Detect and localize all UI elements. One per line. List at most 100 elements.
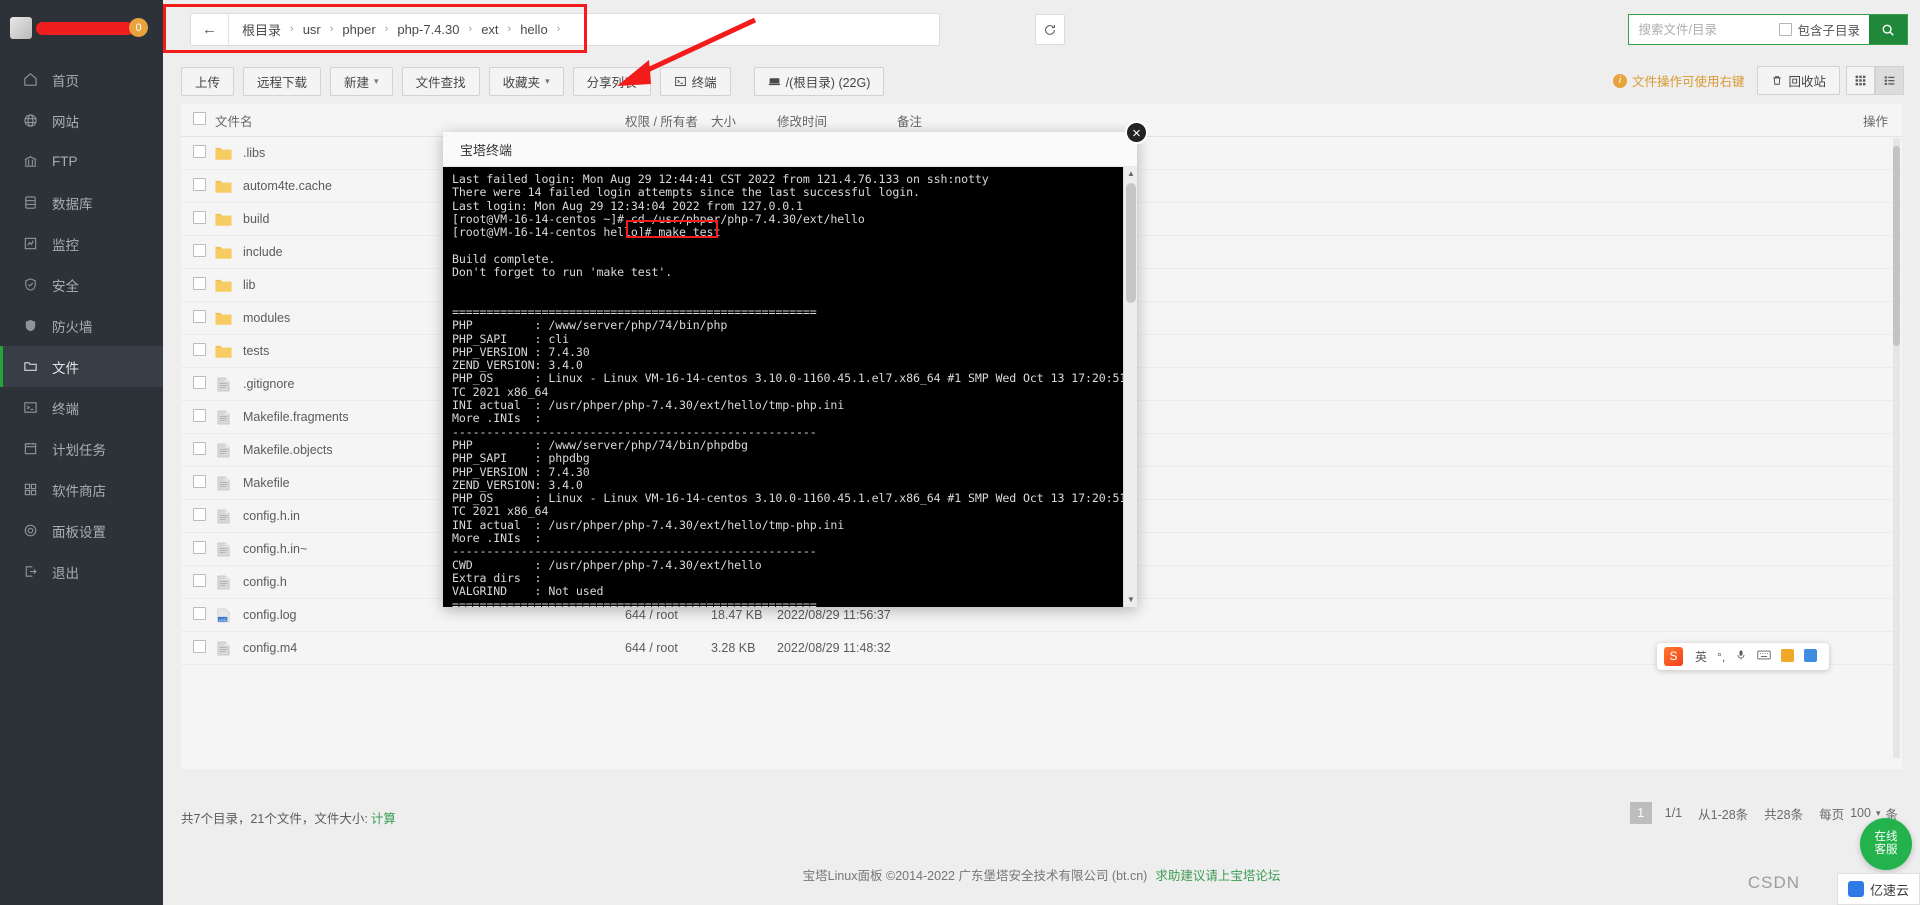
column-header-size[interactable]: 大小 [711, 111, 777, 130]
row-checkbox[interactable] [181, 277, 215, 293]
row-checkbox[interactable] [181, 211, 215, 227]
row-checkbox[interactable] [181, 244, 215, 260]
filename-label: build [243, 212, 270, 226]
row-checkbox[interactable] [181, 541, 215, 557]
apps-icon[interactable] [1804, 648, 1818, 665]
sidebar-item-ftp[interactable]: FTP [0, 141, 163, 182]
column-header-name[interactable]: 文件名 [215, 111, 625, 130]
sidebar-item-database[interactable]: 数据库 [0, 182, 163, 223]
sidebar-item-appstore[interactable]: 软件商店 [0, 469, 163, 510]
row-checkbox[interactable] [181, 178, 215, 194]
sidebar: 0 首页 网站 FTP 数据库 监控 安全 防火墙 文件 终端 计划任务 软件商… [0, 0, 163, 905]
grid-view-icon[interactable] [1846, 66, 1875, 95]
right-tools: i 文件操作可使用右键 回收站 [1612, 66, 1904, 95]
select-all-checkbox[interactable] [181, 112, 215, 128]
breadcrumb-item-usr[interactable]: usr [303, 22, 321, 37]
terminal-button[interactable]: 终端 [659, 66, 731, 96]
filename-label: Makefile.objects [243, 443, 333, 457]
breadcrumb-item-hello[interactable]: hello [520, 22, 547, 37]
refresh-icon[interactable] [1035, 14, 1065, 45]
sidebar-item-logout[interactable]: 退出 [0, 551, 163, 592]
row-checkbox[interactable] [181, 442, 215, 458]
online-service-button[interactable]: 在线 客服 [1860, 818, 1912, 870]
file-icon [215, 443, 232, 458]
breadcrumb-item-root[interactable]: 根目录 [242, 20, 281, 39]
calc-size-link[interactable]: 计算 [371, 808, 396, 827]
sidebar-item-settings[interactable]: 面板设置 [0, 510, 163, 551]
path-toolbar: ← 根目录 › usr › phper › php-7.4.30 › ext ›… [163, 0, 1920, 58]
sidebar-item-label: FTP [52, 154, 78, 169]
file-icon [215, 509, 232, 524]
list-view-icon[interactable] [1875, 66, 1904, 95]
terminal-scrollbar-thumb[interactable] [1126, 183, 1136, 303]
upload-button[interactable]: 上传 [181, 66, 235, 96]
sidebar-item-label: 文件 [52, 360, 79, 376]
sidebar-item-terminal[interactable]: 终端 [0, 387, 163, 428]
disk-usage-button[interactable]: /(根目录) (22G) [753, 66, 885, 96]
include-subdir-checkbox[interactable]: 包含子目录 [1777, 20, 1869, 39]
recycle-bin-button[interactable]: 回收站 [1757, 66, 1840, 95]
sidebar-item-label: 网站 [52, 114, 79, 130]
scroll-down-icon[interactable]: ▼ [1124, 593, 1138, 607]
terminal-output[interactable]: Last failed login: Mon Aug 29 12:44:41 C… [443, 167, 1137, 607]
sidebar-item-files[interactable]: 文件 [0, 346, 163, 387]
sidebar-item-home[interactable]: 首页 [0, 59, 163, 100]
notification-badge[interactable]: 0 [129, 18, 148, 37]
ime-mode-label[interactable]: 英 [1695, 648, 1707, 665]
favorites-button[interactable]: 收藏夹 ▾ [488, 66, 564, 96]
share-list-button[interactable]: 分享列表 [572, 66, 651, 96]
row-checkbox[interactable] [181, 343, 215, 359]
filename-label: Makefile.fragments [243, 410, 349, 424]
row-checkbox[interactable] [181, 574, 215, 590]
keyboard-icon[interactable] [1757, 649, 1771, 664]
sidebar-item-firewall[interactable]: 防火墙 [0, 305, 163, 346]
row-checkbox[interactable] [181, 145, 215, 161]
file-find-button[interactable]: 文件查找 [401, 66, 480, 96]
cell-filename[interactable]: LOG config.log [215, 608, 625, 623]
breadcrumb-item-phper[interactable]: phper [342, 22, 375, 37]
row-checkbox[interactable] [181, 607, 215, 623]
sidebar-item-monitor[interactable]: 监控 [0, 223, 163, 264]
table-scrollbar-thumb[interactable] [1893, 146, 1900, 346]
row-checkbox[interactable] [181, 508, 215, 524]
brand-header: 0 [0, 0, 163, 56]
scroll-up-icon[interactable]: ▲ [1124, 167, 1138, 181]
row-checkbox[interactable] [181, 409, 215, 425]
table-row[interactable]: config.m4 644 / root 3.28 KB 2022/08/29 11:… [181, 632, 1902, 665]
ime-punctuation-icon[interactable]: °, [1717, 650, 1725, 664]
row-checkbox[interactable] [181, 640, 215, 656]
folder-icon [22, 358, 39, 375]
sidebar-item-security[interactable]: 安全 [0, 264, 163, 305]
search-input[interactable] [1629, 15, 1778, 44]
close-icon[interactable]: × [1125, 121, 1148, 144]
toolbox-icon[interactable] [1781, 648, 1795, 665]
footer-forum-link[interactable]: 求助建议请上宝塔论坛 [1155, 865, 1280, 884]
new-button[interactable]: 新建 ▾ [330, 66, 393, 96]
mic-icon[interactable] [1735, 649, 1747, 664]
breadcrumb-item-php[interactable]: php-7.4.30 [397, 22, 459, 37]
search-icon[interactable] [1869, 15, 1907, 44]
row-checkbox[interactable] [181, 376, 215, 392]
terminal-scrollbar[interactable]: ▲ ▼ [1123, 167, 1137, 607]
sidebar-item-website[interactable]: 网站 [0, 100, 163, 141]
page-number-1[interactable]: 1 [1629, 802, 1652, 824]
column-header-time[interactable]: 修改时间 [777, 111, 897, 130]
sogou-logo-icon[interactable]: S [1664, 647, 1683, 666]
row-checkbox[interactable] [181, 475, 215, 491]
sidebar-item-crontab[interactable]: 计划任务 [0, 428, 163, 469]
checkbox-icon [193, 607, 206, 620]
svg-text:LOG: LOG [219, 617, 227, 621]
arrow-left-icon[interactable]: ← [191, 13, 229, 45]
firewall-shield-icon [22, 317, 39, 334]
breadcrumb-item-ext[interactable]: ext [481, 22, 498, 37]
brand-name-redacted [36, 21, 134, 35]
filename-label: config.h.in [243, 509, 300, 523]
home-icon [22, 71, 39, 88]
cell-filename[interactable]: config.m4 [215, 641, 625, 656]
folder-icon [215, 212, 232, 227]
column-header-perm[interactable]: 权限 / 所有者 [625, 111, 711, 130]
remote-download-button[interactable]: 远程下载 [243, 66, 322, 96]
folder-icon [215, 179, 232, 194]
row-checkbox[interactable] [181, 310, 215, 326]
path-bar: ← 根目录 › usr › phper › php-7.4.30 › ext ›… [190, 12, 940, 46]
